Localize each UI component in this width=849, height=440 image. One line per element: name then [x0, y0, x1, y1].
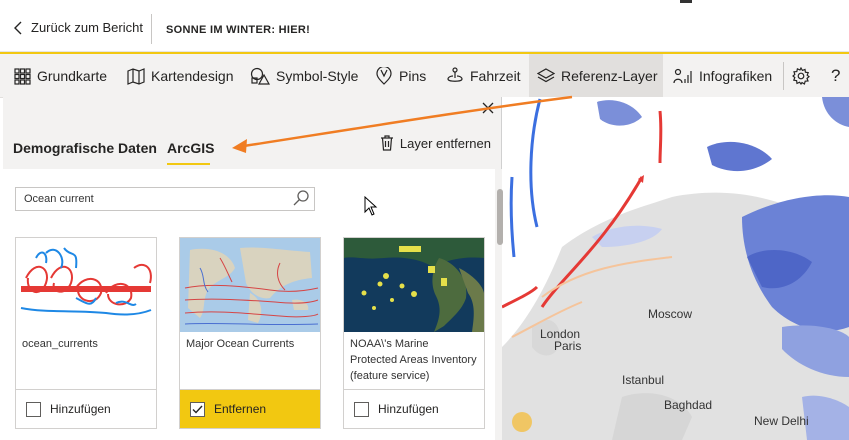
- layer-title: NOAA\'s Marine Protected Areas Inventory…: [350, 338, 477, 382]
- ribbon-divider: [783, 62, 784, 90]
- map-label-baghdad: Baghdad: [664, 398, 713, 412]
- remove-layer-label: Layer entfernen: [399, 135, 491, 151]
- settings-button[interactable]: [792, 54, 816, 98]
- layer-card-ocean-currents: ocean_currents Hinzufügen: [15, 237, 157, 429]
- ribbon-label: Grundkarte: [37, 68, 108, 84]
- ribbon-grundkarte[interactable]: Grundkarte: [14, 54, 107, 98]
- toolbar-stub: [680, 0, 692, 3]
- map-icon: [127, 67, 145, 85]
- map-label-istanbul: Istanbul: [622, 373, 665, 387]
- search-input[interactable]: [15, 187, 315, 211]
- ribbon-referenz-layer[interactable]: Referenz-Layer: [529, 54, 663, 98]
- reference-layer-panel: Demografische Daten ArcGIS Layer entfern…: [3, 97, 503, 440]
- map-label-moscow: Moscow: [648, 307, 693, 321]
- checkbox-checked[interactable]: [190, 401, 205, 417]
- ribbon-kartendesign[interactable]: Kartendesign: [127, 54, 234, 98]
- chevron-left-icon: [14, 21, 22, 34]
- grid-icon: [14, 67, 31, 85]
- drive-time-icon: [447, 67, 463, 82]
- ribbon-infografiken[interactable]: Infografiken: [673, 54, 772, 98]
- ribbon-toolbar: Grundkarte Kartendesign Symbol-Style Pin…: [0, 52, 849, 98]
- top-bar: Zurück zum Bericht SONNE IM WINTER: HIER…: [0, 0, 849, 52]
- ribbon-label: Referenz-Layer: [561, 68, 658, 84]
- add-layer-button[interactable]: Hinzufügen: [16, 389, 156, 428]
- ribbon-label: Pins: [399, 68, 427, 84]
- mouse-cursor-icon: [364, 196, 378, 216]
- layer-results: ocean_currents Hinzufügen: [3, 169, 495, 440]
- divider: [151, 14, 152, 44]
- map-label-paris: Paris: [554, 339, 582, 353]
- action-label: Hinzufügen: [378, 402, 439, 416]
- ribbon-label: Kartendesign: [151, 68, 234, 84]
- layer-title: ocean_currents: [22, 338, 98, 350]
- layer-thumbnail: [16, 238, 156, 332]
- layer-title: Major Ocean Currents: [186, 338, 295, 350]
- ribbon-label: Fahrzeit: [470, 68, 521, 84]
- ribbon-label: Symbol-Style: [276, 68, 359, 84]
- remove-layer-card-button[interactable]: Entfernen: [180, 389, 320, 428]
- checkbox[interactable]: [354, 401, 369, 417]
- ribbon-symbol-style[interactable]: Symbol-Style: [250, 54, 358, 98]
- ribbon-fahrzeit[interactable]: Fahrzeit: [446, 54, 521, 98]
- layer-thumbnail: [180, 238, 320, 332]
- shapes-icon: [250, 67, 270, 85]
- remove-layer-button[interactable]: Layer entfernen: [380, 135, 491, 151]
- map-label-new-delhi: New Delhi: [754, 414, 809, 428]
- ribbon-pins[interactable]: Pins: [375, 54, 426, 98]
- layer-card-noaa-marine-protected-areas: NOAA\'s Marine Protected Areas Inventory…: [343, 237, 485, 429]
- help-button[interactable]: ?: [831, 54, 840, 98]
- pin-icon: [376, 67, 392, 85]
- infographics-icon: [673, 68, 692, 84]
- action-label: Hinzufügen: [50, 402, 111, 416]
- checkmark-icon: [192, 405, 203, 414]
- report-title: SONNE IM WINTER: HIER!: [166, 24, 311, 36]
- back-label: Zurück zum Bericht: [31, 20, 143, 35]
- close-icon[interactable]: [481, 101, 495, 115]
- tab-arcgis[interactable]: ArcGIS: [167, 140, 214, 156]
- tab-demografische-daten[interactable]: Demografische Daten: [13, 140, 157, 156]
- gear-icon: [792, 67, 810, 85]
- layer-card-major-ocean-currents: Major Ocean Currents Entfernen: [179, 237, 321, 429]
- layer-thumbnail: [344, 238, 484, 332]
- add-layer-button[interactable]: Hinzufügen: [344, 389, 484, 428]
- map-canvas: [502, 97, 849, 440]
- action-label: Entfernen: [214, 402, 267, 416]
- panel-scrollbar-thumb[interactable]: [497, 189, 503, 245]
- back-to-report-link[interactable]: Zurück zum Bericht: [14, 20, 143, 35]
- trash-icon: [380, 135, 393, 151]
- map-view[interactable]: London Paris Moscow Istanbul Baghdad New…: [502, 97, 849, 440]
- active-tab-indicator: [167, 163, 210, 165]
- search-icon[interactable]: [291, 188, 311, 208]
- checkbox[interactable]: [26, 401, 41, 417]
- ribbon-label: Infografiken: [699, 68, 773, 84]
- layers-icon: [537, 68, 555, 83]
